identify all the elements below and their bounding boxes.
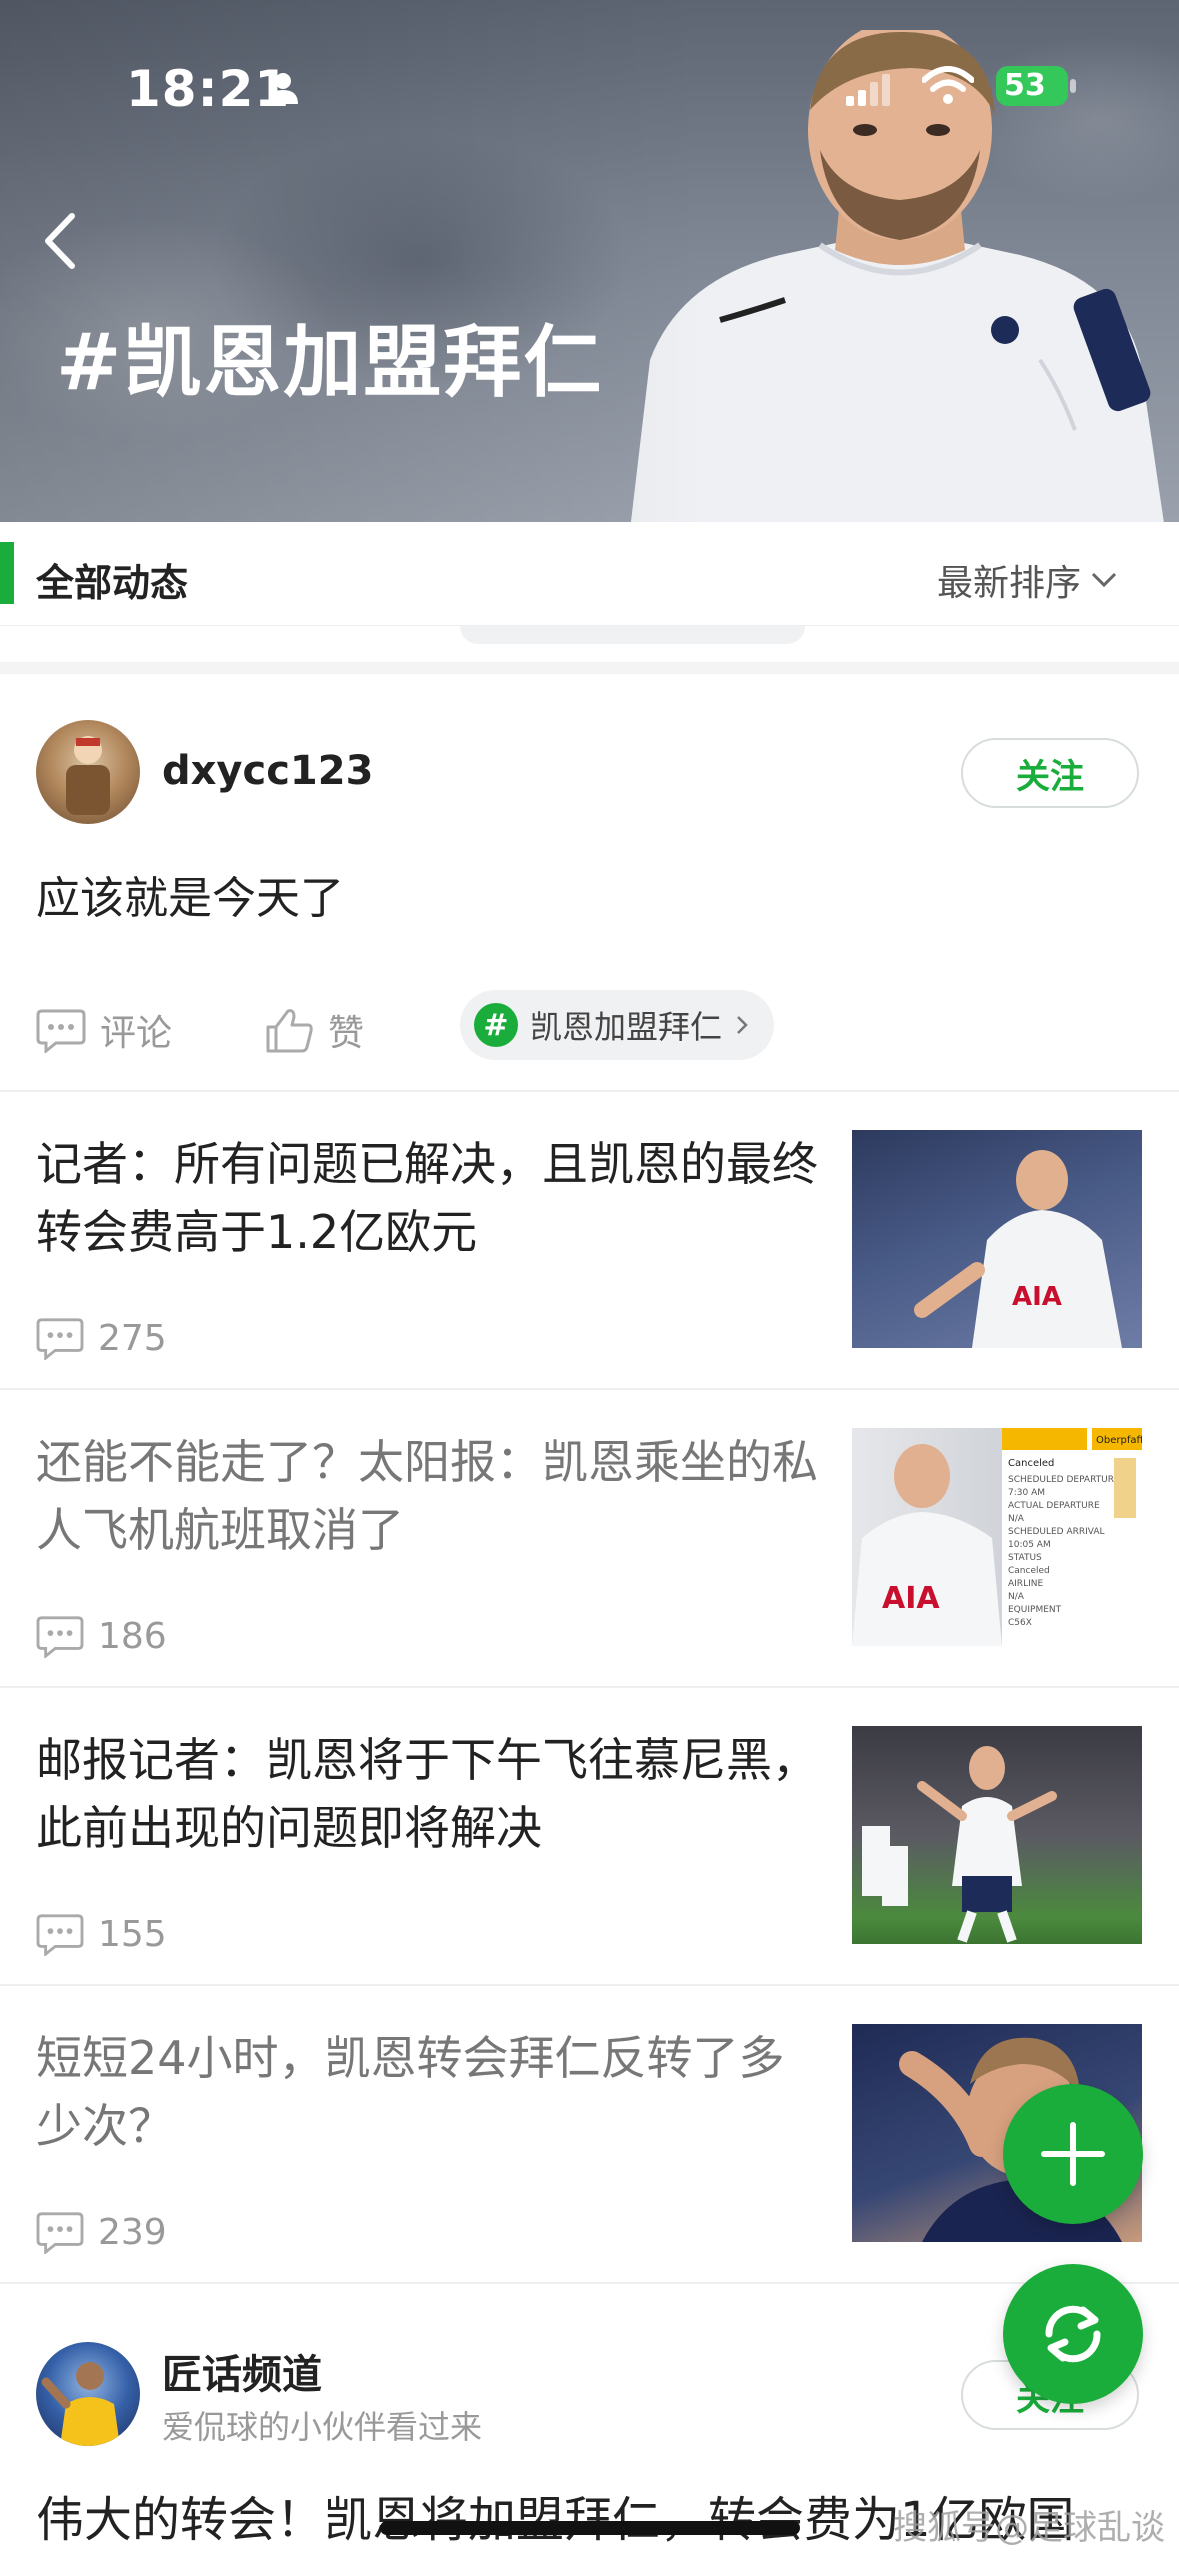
- feed-tab-all[interactable]: 全部动态: [36, 552, 188, 607]
- sort-dropdown[interactable]: 最新排序: [937, 554, 1119, 606]
- thumbs-up-icon: [266, 1009, 313, 1053]
- avatar[interactable]: [36, 2342, 140, 2446]
- flight-board-line: N/A: [1008, 1592, 1025, 1602]
- news-title: 邮报记者：凯恩将于下午飞往慕尼黑，此前出现的问题即将解决: [36, 1733, 818, 1855]
- chevron-down-icon: [1091, 572, 1117, 588]
- comment-icon: [36, 1914, 84, 1956]
- sort-label: 最新排序: [936, 563, 1081, 604]
- refresh-icon: [1045, 2305, 1101, 2363]
- person-icon: [268, 73, 298, 104]
- news-thumbnail: [852, 1726, 1142, 1944]
- svg-text:Oberpfaffen: Oberpfaffen: [1096, 1435, 1142, 1446]
- topic-title: #凯恩加盟拜仁: [56, 318, 604, 408]
- flight-board-line: N/A: [1008, 1514, 1025, 1524]
- news-comment-count: 186: [36, 1614, 167, 1658]
- create-post-button[interactable]: [1003, 2084, 1143, 2224]
- channel-subtitle: 爱侃球的小伙伴看过来: [162, 2408, 483, 2446]
- comment-button[interactable]: 评论: [36, 1004, 172, 1056]
- chevron-right-icon: [737, 1016, 748, 1034]
- flight-board-line: Canceled: [1008, 1566, 1050, 1576]
- topic-tag[interactable]: # 凯恩加盟拜仁: [460, 990, 775, 1060]
- flight-board-line: C56X: [1008, 1618, 1032, 1628]
- comment-label: 评论: [100, 1013, 173, 1054]
- news-thumbnail: AIA Oberpfaffen Canceled SCHEDULED DEPAR…: [852, 1428, 1142, 1646]
- sponsor-logo: AIA: [1012, 1282, 1062, 1312]
- news-comment-count: 155: [36, 1912, 167, 1956]
- news-title: 还能不能走了？太阳报：凯恩乘坐的私人飞机航班取消了: [36, 1435, 818, 1557]
- flight-board-line: SCHEDULED DEPARTURE: [1008, 1475, 1120, 1485]
- post-actions: 评论 赞 # 凯恩加盟拜仁: [36, 990, 1146, 1060]
- battery-level: 53: [1004, 68, 1046, 103]
- refresh-button[interactable]: [1003, 2264, 1143, 2404]
- avatar[interactable]: [36, 720, 140, 824]
- previous-post-edge: [0, 626, 1179, 674]
- follow-button[interactable]: 关注: [961, 738, 1139, 808]
- wifi-icon: [922, 66, 974, 104]
- channel-name[interactable]: 匠话频道: [162, 2342, 322, 2400]
- flight-board-line: SCHEDULED ARRIVAL: [1008, 1527, 1105, 1537]
- feed-post[interactable]: dxycc123 关注 应该就是今天了 评论 赞 # 凯恩加盟拜仁: [0, 686, 1179, 1092]
- flight-board-line: STATUS: [1008, 1553, 1042, 1563]
- flight-board-line: EQUIPMENT: [1008, 1605, 1062, 1615]
- news-item[interactable]: 邮报记者：凯恩将于下午飞往慕尼黑，此前出现的问题即将解决 155: [0, 1690, 1179, 1986]
- flight-board-line: AIRLINE: [1008, 1579, 1043, 1589]
- home-indicator[interactable]: [380, 2521, 800, 2535]
- news-title: 记者：所有问题已解决，且凯恩的最终转会费高于1.2亿欧元: [36, 1137, 818, 1259]
- topic-header-banner: 18:21 53 #凯恩加盟拜仁: [0, 0, 1179, 522]
- news-item[interactable]: 还能不能走了？太阳报：凯恩乘坐的私人飞机航班取消了 186 AIA Oberpf…: [0, 1392, 1179, 1688]
- flight-board-line: 10:05 AM: [1008, 1540, 1051, 1550]
- news-item[interactable]: 短短24小时，凯恩转会拜仁反转了多少次？ 239: [0, 1988, 1179, 2284]
- plus-icon: [1041, 2122, 1105, 2186]
- news-comment-count: 275: [36, 1316, 167, 1360]
- battery-indicator: 53: [996, 66, 1078, 106]
- post-username[interactable]: dxycc123: [162, 748, 373, 794]
- svg-text:AIA: AIA: [882, 1581, 940, 1616]
- flight-board-line: 7:30 AM: [1008, 1488, 1045, 1498]
- like-label: 赞: [328, 1013, 365, 1054]
- status-bar: 18:21 53: [0, 0, 1179, 170]
- comment-icon: [36, 2212, 84, 2254]
- news-title: 短短24小时，凯恩转会拜仁反转了多少次？: [36, 2031, 785, 2153]
- feed-filter-bar: 全部动态 最新排序: [0, 522, 1179, 626]
- comment-icon: [36, 1616, 84, 1658]
- watermark: 搜狐号@足球乱谈: [893, 2508, 1165, 2548]
- back-icon[interactable]: [36, 206, 86, 276]
- status-time: 18:21: [126, 60, 291, 118]
- news-comment-count: 239: [36, 2210, 167, 2254]
- topic-tag-label: 凯恩加盟拜仁: [530, 1008, 723, 1046]
- like-button[interactable]: 赞: [264, 1004, 364, 1056]
- news-item[interactable]: 记者：所有问题已解决，且凯恩的最终转会费高于1.2亿欧元 275 AIA: [0, 1094, 1179, 1390]
- comment-icon: [36, 1318, 84, 1360]
- comment-icon: [36, 1009, 86, 1053]
- cellular-signal-icon: [846, 74, 890, 106]
- filter-accent-bar: [0, 542, 14, 604]
- post-text[interactable]: 应该就是今天了: [36, 862, 344, 926]
- hashtag-icon: #: [474, 1003, 518, 1047]
- svg-text:Canceled: Canceled: [1008, 1458, 1054, 1469]
- news-thumbnail: AIA: [852, 1130, 1142, 1348]
- flight-board-line: ACTUAL DEPARTURE: [1008, 1501, 1100, 1511]
